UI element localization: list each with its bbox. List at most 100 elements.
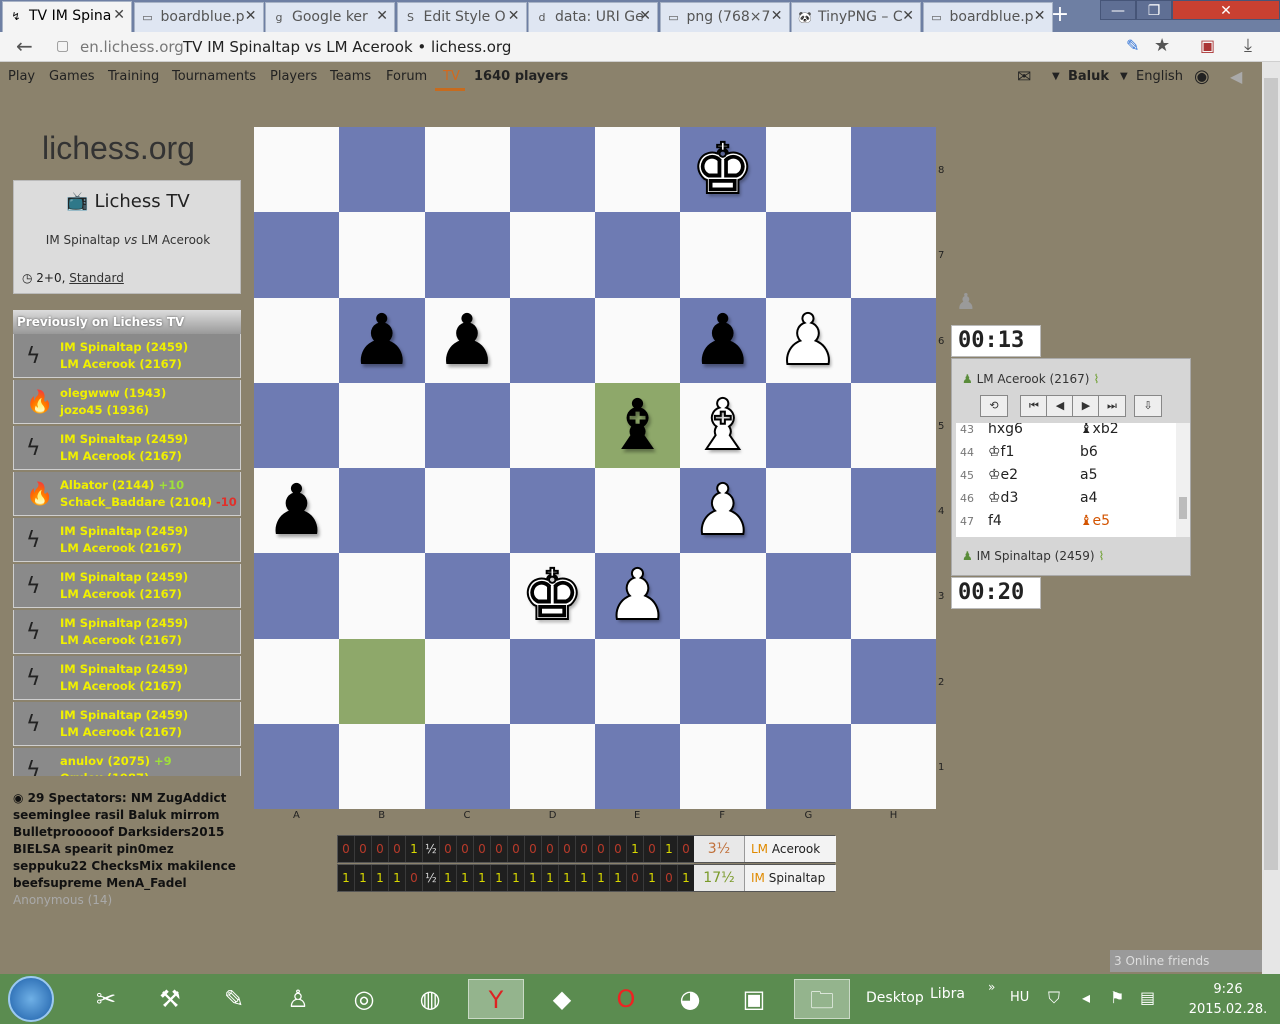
back-button[interactable]: ← bbox=[16, 34, 33, 58]
nav-item[interactable]: Players bbox=[270, 69, 317, 84]
user-menu[interactable]: Baluk bbox=[1068, 69, 1109, 84]
player-bottom[interactable]: ♟ IM Spinaltap (2459) ⌇ bbox=[962, 549, 1104, 563]
square-a6[interactable] bbox=[254, 297, 340, 383]
rss-icon[interactable]: ⌇ bbox=[1093, 372, 1099, 386]
crosstable-result[interactable]: 0 bbox=[440, 836, 457, 862]
maximize-button[interactable]: ❐ bbox=[1136, 0, 1172, 20]
square-g5[interactable] bbox=[765, 382, 851, 468]
tv-white-player[interactable]: IM Spinaltap bbox=[46, 233, 120, 247]
libraries-label[interactable]: Libra bbox=[930, 986, 965, 1002]
crosstable-result[interactable]: 0 bbox=[542, 836, 559, 862]
crosstable-result[interactable]: 1 bbox=[542, 865, 559, 891]
nav-item[interactable]: TV bbox=[443, 69, 460, 84]
square-c1[interactable] bbox=[424, 723, 510, 809]
nav-item[interactable]: Play bbox=[8, 69, 35, 84]
crosstable-result[interactable]: 0 bbox=[355, 836, 372, 862]
square-a7[interactable] bbox=[254, 212, 340, 298]
crosstable-result[interactable]: 1 bbox=[491, 865, 508, 891]
square-h1[interactable] bbox=[850, 723, 936, 809]
browser-tab[interactable]: g Google ker ✕ bbox=[265, 2, 395, 32]
crosstable-result[interactable]: 0 bbox=[338, 836, 355, 862]
crosstable-player[interactable]: IM Spinaltap bbox=[744, 865, 836, 891]
square-a1[interactable] bbox=[254, 723, 340, 809]
square-g3[interactable] bbox=[765, 553, 851, 639]
crosstable-result[interactable]: 1 bbox=[627, 836, 644, 862]
square-f7[interactable] bbox=[680, 212, 766, 298]
move-list[interactable]: 43 hxg6 ♝xb2 44 ♔f1 b6 45 ♔e2 a5 46 ♔d3 a4 47 f4 ♝e5 bbox=[956, 423, 1176, 537]
square-b3[interactable] bbox=[339, 553, 425, 639]
crosstable-result[interactable]: 0 bbox=[406, 865, 423, 891]
white-piece-f8[interactable]: ♚ bbox=[680, 127, 765, 212]
black-piece-a4[interactable]: ♟ bbox=[254, 468, 339, 553]
move-list-scrollbar[interactable] bbox=[1176, 423, 1190, 537]
previous-games-list[interactable]: ϟ IM Spinaltap (2459) LM Acerook (2167) 🔥… bbox=[13, 334, 241, 776]
square-d4[interactable] bbox=[509, 468, 595, 554]
previous-game-row[interactable]: 🔥 Albator (2144) +10 Schack_Baddare (2104)… bbox=[13, 472, 241, 516]
square-a2[interactable] bbox=[254, 638, 340, 724]
close-icon[interactable]: ✕ bbox=[508, 8, 520, 24]
square-d2[interactable] bbox=[509, 638, 595, 724]
site-logo[interactable]: lichess.org bbox=[42, 130, 195, 167]
volume-icon[interactable]: ◂ bbox=[1082, 988, 1090, 1007]
bookmark-star-icon[interactable]: ★ bbox=[1154, 35, 1170, 56]
square-c4[interactable] bbox=[424, 468, 510, 554]
crosstable-result[interactable]: 1 bbox=[678, 865, 695, 891]
square-a8[interactable] bbox=[254, 127, 340, 213]
crosstable-result[interactable]: ½ bbox=[423, 865, 440, 891]
square-g1[interactable] bbox=[765, 723, 851, 809]
crosstable-result[interactable]: 0 bbox=[610, 836, 627, 862]
first-move-button[interactable]: ⏮ bbox=[1020, 395, 1048, 417]
start-button[interactable] bbox=[8, 976, 54, 1022]
next-move-button[interactable]: ▶ bbox=[1072, 395, 1100, 417]
new-tab-button[interactable]: + bbox=[1046, 4, 1074, 28]
crosstable-result[interactable]: 1 bbox=[525, 865, 542, 891]
eye-icon[interactable]: ◉ bbox=[1194, 66, 1210, 87]
crosstable-result[interactable]: 1 bbox=[508, 865, 525, 891]
player-bottom-name[interactable]: IM Spinaltap (2459) bbox=[977, 549, 1095, 563]
square-c5[interactable] bbox=[424, 382, 510, 468]
browser-tab[interactable]: 🐼 TinyPNG – C ✕ bbox=[791, 2, 921, 32]
white-piece-f4[interactable]: ♟ bbox=[680, 468, 765, 553]
chess-board[interactable]: ♚ ♟ ♟ ♟ ♟ ♝ ♝ ♟ ♟ ♚ ♟ bbox=[254, 127, 936, 809]
flag-icon[interactable]: ⚑ bbox=[1110, 988, 1124, 1007]
black-move[interactable]: ♝e5 bbox=[1080, 513, 1110, 529]
network-icon[interactable]: ▤ bbox=[1140, 988, 1155, 1007]
square-g8[interactable] bbox=[765, 127, 851, 213]
url-field[interactable]: ▢ en.lichess.org TV IM Spinaltap vs LM A… bbox=[48, 36, 1178, 58]
square-e7[interactable] bbox=[595, 212, 681, 298]
square-g2[interactable] bbox=[765, 638, 851, 724]
close-icon[interactable]: ✕ bbox=[376, 8, 388, 24]
crosstable-result[interactable]: 1 bbox=[440, 865, 457, 891]
browser-tab[interactable]: ▭ boardblue.p ✕ bbox=[922, 2, 1053, 32]
white-move[interactable]: f4 bbox=[988, 513, 1002, 529]
style-pen-icon[interactable]: ✎ bbox=[1126, 36, 1139, 55]
nav-item[interactable]: Games bbox=[49, 69, 94, 84]
crosstable-result[interactable]: 1 bbox=[355, 865, 372, 891]
online-friends[interactable]: 3 Online friends bbox=[1110, 950, 1262, 972]
app-icon-opera[interactable]: O bbox=[598, 979, 654, 1019]
white-move[interactable]: ♔e2 bbox=[988, 467, 1018, 483]
close-icon[interactable]: ✕ bbox=[1034, 8, 1046, 24]
square-f1[interactable] bbox=[680, 723, 766, 809]
crosstable-result[interactable]: 0 bbox=[508, 836, 525, 862]
players-count[interactable]: 1640 players bbox=[474, 69, 568, 84]
app-icon-chess[interactable]: ♙ bbox=[270, 979, 326, 1019]
black-piece-f6[interactable]: ♟ bbox=[680, 298, 765, 383]
move-list-scroll-thumb[interactable] bbox=[1179, 497, 1187, 519]
app-icon-maxthon[interactable]: ▣ bbox=[726, 979, 782, 1019]
crosstable-result[interactable]: 1 bbox=[389, 865, 406, 891]
black-piece-c6[interactable]: ♟ bbox=[425, 298, 510, 383]
browser-tab[interactable]: S Edit Style O ✕ bbox=[396, 2, 527, 32]
minimize-button[interactable]: — bbox=[1100, 0, 1136, 20]
square-b8[interactable] bbox=[339, 127, 425, 213]
crosstable-result[interactable]: 0 bbox=[627, 865, 644, 891]
player-top-name[interactable]: LM Acerook (2167) bbox=[977, 372, 1090, 386]
previous-game-row[interactable]: ϟ IM Spinaltap (2459) LM Acerook (2167) bbox=[13, 518, 241, 562]
square-b4[interactable] bbox=[339, 468, 425, 554]
square-h8[interactable] bbox=[850, 127, 936, 213]
previous-game-row[interactable]: ϟ IM Spinaltap (2459) LM Acerook (2167) bbox=[13, 564, 241, 608]
browser-tab[interactable]: ▭ boardblue.p ✕ bbox=[133, 2, 264, 32]
previous-game-row[interactable]: ϟ IM Spinaltap (2459) LM Acerook (2167) bbox=[13, 610, 241, 654]
toolbar-expand-icon[interactable]: » bbox=[988, 980, 995, 994]
previous-game-row[interactable]: 🔥 olegwww (1943) jozo45 (1936) bbox=[13, 380, 241, 424]
